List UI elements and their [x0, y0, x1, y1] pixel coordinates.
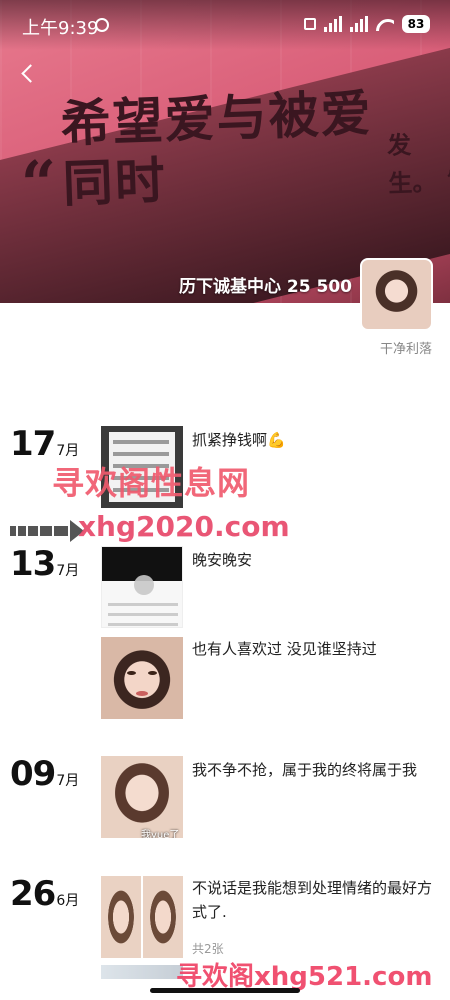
- thumb-caption: 我yue了: [141, 830, 180, 838]
- post-text[interactable]: 不说话是我能想到处理情绪的最好方式了.: [192, 876, 442, 924]
- post-month: 7月: [56, 773, 80, 789]
- status-bar: 上午9:39 83: [0, 0, 450, 52]
- watermark-arrow: [10, 520, 84, 542]
- post-thumbnail[interactable]: [101, 546, 183, 628]
- nfc-icon: [304, 18, 316, 30]
- slogan-small-text: 发生。: [386, 130, 437, 198]
- post-text[interactable]: 也有人喜欢过 没见谁坚持过: [192, 637, 442, 661]
- wifi-icon: [376, 17, 394, 31]
- post-day: 26: [10, 874, 56, 914]
- post-date: 13 7月: [10, 544, 79, 584]
- post-day: 09: [10, 754, 56, 794]
- signal-icon-2: [350, 16, 368, 32]
- post-text[interactable]: 晚安晚安: [192, 548, 442, 572]
- avatar[interactable]: [360, 258, 433, 331]
- post-thumbnail-pair[interactable]: [101, 876, 183, 958]
- post-day: 17: [10, 424, 56, 464]
- slogan-close-quote: ”: [445, 165, 450, 196]
- post-thumbnail[interactable]: 我yue了: [101, 756, 183, 838]
- home-indicator[interactable]: [150, 988, 300, 993]
- slogan-open-quote: “: [19, 146, 59, 221]
- post-thumbnail[interactable]: [101, 637, 183, 719]
- back-button[interactable]: [12, 58, 42, 88]
- post-date: 09 7月: [10, 754, 79, 794]
- thumb-line: [108, 623, 178, 626]
- post-photo-1[interactable]: [101, 876, 141, 958]
- face-eye: [127, 671, 136, 675]
- watermark-url: xhg2020.com: [78, 510, 290, 543]
- post-day: 13: [10, 544, 56, 584]
- post-month: 7月: [56, 563, 80, 579]
- next-post-thumbnail[interactable]: [101, 965, 183, 979]
- thumb-line: [108, 603, 178, 606]
- post-month: 7月: [56, 443, 80, 459]
- signal-icon: [324, 16, 342, 32]
- play-icon: [134, 575, 154, 595]
- post-text[interactable]: 我不争不抢，属于我的终将属于我: [192, 758, 442, 782]
- post-month: 6月: [56, 893, 80, 909]
- thumb-line: [108, 613, 178, 616]
- thumb-line: [113, 452, 169, 456]
- chevron-left-icon: [20, 63, 40, 83]
- post-photo-2[interactable]: [143, 876, 183, 958]
- status-time: 上午9:39: [22, 18, 99, 39]
- username[interactable]: 干净利落: [380, 338, 432, 357]
- cover-slogan: “ 希望爱与被爱同时 发生。 ”: [18, 80, 450, 221]
- cover-location-caption: 历下诚基中心 25 500: [179, 277, 352, 297]
- post-date: 26 6月: [10, 874, 79, 914]
- slogan-main-text: 希望爱与被爱同时: [59, 83, 374, 214]
- face-lips: [136, 691, 148, 696]
- status-icons: 83: [304, 15, 430, 33]
- alarm-icon: [95, 18, 109, 32]
- watermark-site-name: 寻欢阁性息网: [52, 464, 251, 502]
- face-eye: [148, 671, 157, 675]
- thumb-line: [113, 440, 169, 444]
- post-text[interactable]: 抓紧挣钱啊💪: [192, 428, 442, 452]
- battery-indicator: 83: [402, 15, 430, 33]
- photo-count: 共2张: [192, 942, 224, 956]
